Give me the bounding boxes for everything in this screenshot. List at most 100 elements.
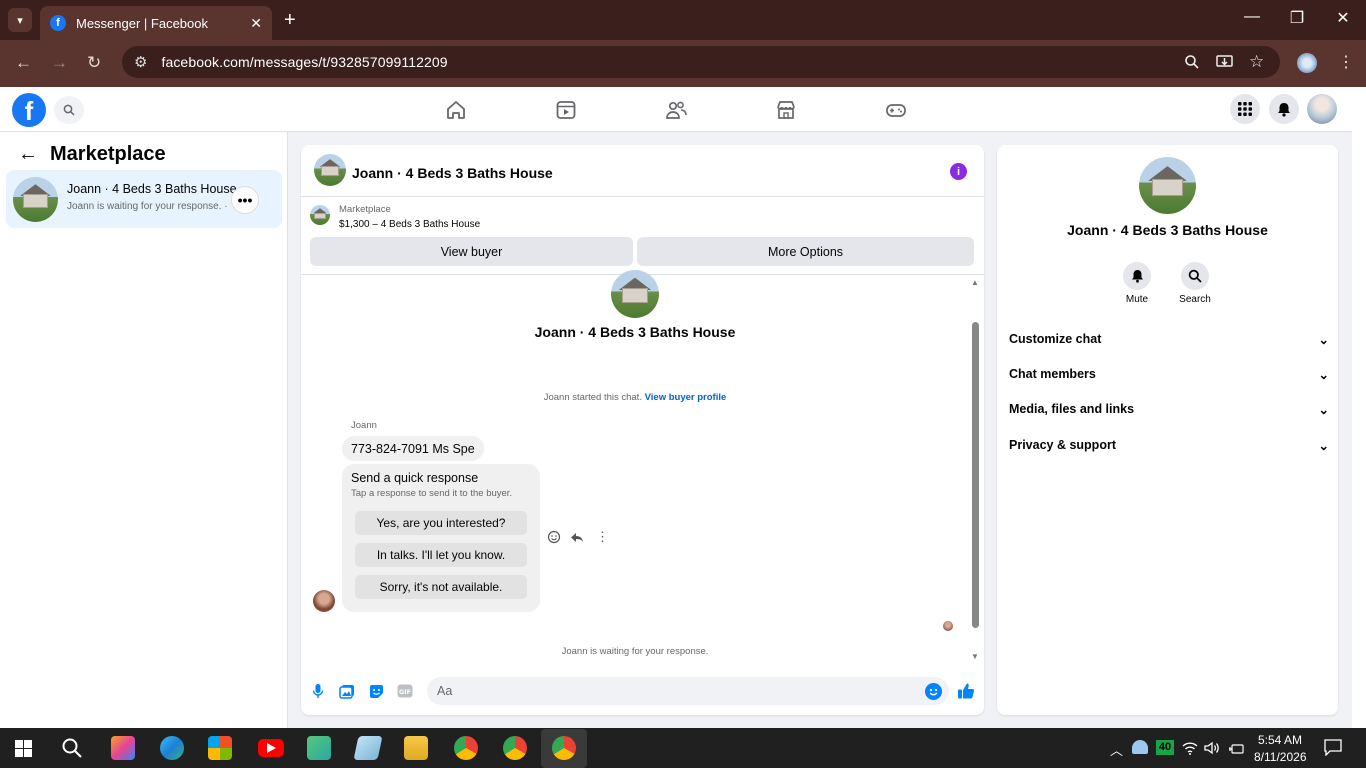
menu-grid-icon[interactable] (1230, 94, 1260, 124)
emoji-icon[interactable] (925, 683, 942, 700)
quick-response-option[interactable]: In talks. I'll let you know. (355, 543, 527, 567)
media-files-links-section[interactable]: Media, files and links ⌄ (1009, 402, 1329, 417)
page-scrollbar[interactable] (1352, 87, 1366, 728)
quick-response-option[interactable]: Sorry, it's not available. (355, 575, 527, 599)
chrome-profile-icon[interactable] (503, 736, 527, 760)
chevron-down-icon: ⌄ (1318, 333, 1329, 347)
notepad-icon[interactable] (353, 736, 383, 760)
facebook-favicon-icon: f (50, 15, 66, 31)
site-info-icon[interactable]: ⚙ (134, 53, 147, 71)
conversation-more-button[interactable]: ••• (231, 186, 259, 214)
gif-icon[interactable]: GIF (396, 682, 414, 700)
taskbar-search-icon[interactable] (61, 737, 83, 764)
install-app-icon[interactable] (1216, 54, 1233, 75)
profile-avatar[interactable] (1297, 53, 1317, 73)
bookmark-star-icon[interactable]: ☆ (1249, 52, 1264, 72)
copilot-icon[interactable] (111, 736, 135, 760)
home-icon[interactable] (445, 99, 467, 121)
chat-avatar[interactable] (314, 154, 346, 186)
message-bubble[interactable]: 773-824-7091 Ms Spe (342, 436, 484, 461)
browser-menu-icon[interactable]: ⋮ (1338, 52, 1354, 72)
started-text: Joann started this chat. (543, 392, 642, 403)
onedrive-icon[interactable] (1132, 740, 1148, 754)
search-icon[interactable] (1181, 262, 1209, 290)
minimize-button[interactable]: — (1237, 8, 1267, 26)
svg-text:GIF: GIF (399, 688, 411, 696)
chrome-active-icon[interactable] (552, 736, 576, 760)
volume-icon[interactable] (1204, 741, 1220, 760)
divider (301, 196, 984, 197)
microphone-icon[interactable] (309, 682, 327, 700)
file-explorer-icon[interactable] (404, 736, 428, 760)
more-actions-icon[interactable]: ⋮ (596, 529, 609, 545)
chat-members-section[interactable]: Chat members ⌄ (1009, 367, 1329, 382)
chat-started-note: Joann started this chat. View buyer prof… (301, 392, 969, 403)
facebook-search-icon[interactable] (54, 96, 84, 124)
photo-icon[interactable] (338, 682, 356, 700)
listing-price-title[interactable]: $1,300 – 4 Beds 3 Baths House (339, 219, 480, 230)
scroll-up-arrow-icon[interactable]: ▲ (971, 278, 979, 287)
reload-button[interactable]: ↻ (87, 53, 101, 73)
address-bar[interactable]: ⚙ facebook.com/messages/t/93285709911220… (122, 46, 1280, 78)
back-button[interactable]: ← (15, 53, 32, 73)
seen-indicator-avatar (943, 621, 953, 631)
listing-label: Marketplace (339, 204, 391, 215)
chat-scrollbar[interactable]: ▲ ▼ (970, 278, 981, 662)
video-icon[interactable] (555, 99, 577, 121)
account-avatar[interactable] (1307, 94, 1337, 124)
bell-icon[interactable] (1123, 262, 1151, 290)
url-text: facebook.com/messages/t/932857099112209 (161, 54, 448, 70)
friends-icon[interactable] (665, 99, 687, 121)
view-buyer-profile-link[interactable]: View buyer profile (645, 392, 727, 403)
forward-button[interactable]: → (51, 53, 68, 73)
power-plug-icon[interactable] (1228, 742, 1244, 760)
conversation-preview: Joann is waiting for your response. · (67, 201, 228, 212)
scrollbar-thumb[interactable] (972, 322, 979, 628)
section-label: Media, files and links (1009, 402, 1135, 416)
zoom-icon[interactable] (1184, 54, 1200, 75)
scroll-down-arrow-icon[interactable]: ▼ (971, 652, 979, 661)
sender-avatar[interactable] (313, 590, 335, 612)
edge-browser-icon[interactable] (160, 736, 184, 760)
back-arrow-icon[interactable]: ← (18, 143, 38, 166)
privacy-support-section[interactable]: Privacy & support ⌄ (1009, 438, 1329, 453)
app-icon[interactable] (307, 736, 331, 760)
new-tab-button[interactable]: + (284, 9, 296, 32)
notifications-bell-icon[interactable] (1269, 94, 1299, 124)
wifi-icon[interactable] (1182, 741, 1198, 760)
notification-center-icon[interactable] (1324, 739, 1342, 761)
sticker-icon[interactable] (367, 682, 385, 700)
browser-tab[interactable]: f Messenger | Facebook ✕ (40, 6, 272, 40)
intro-name: Joann · 4 Beds 3 Baths House (534, 324, 736, 340)
mute-label: Mute (1125, 294, 1149, 305)
tab-close-icon[interactable]: ✕ (250, 15, 262, 32)
quick-response-option[interactable]: Yes, are you interested? (355, 511, 527, 535)
react-icon[interactable] (547, 530, 561, 547)
chat-panel (301, 145, 984, 715)
microsoft-store-icon[interactable] (208, 736, 232, 760)
tab-search-button[interactable]: ▾ (8, 8, 32, 32)
message-input[interactable]: Aa (427, 677, 949, 705)
info-icon[interactable]: i (950, 163, 967, 180)
section-label: Chat members (1009, 367, 1096, 381)
windows-start-icon[interactable] (15, 740, 32, 762)
conversation-name: Joann · 4 Beds 3 Baths House (67, 182, 237, 196)
tray-overflow-icon[interactable]: ︿ (1110, 740, 1123, 759)
restore-button[interactable]: ❐ (1282, 8, 1312, 28)
clock[interactable]: 5:54 AM 8/11/2026 (1254, 732, 1307, 766)
waiting-status: Joann is waiting for your response. (561, 646, 709, 657)
facebook-logo[interactable]: f (12, 93, 46, 127)
youtube-icon[interactable] (258, 739, 284, 757)
like-thumb-icon[interactable] (957, 682, 975, 705)
battery-badge[interactable]: 40 (1156, 740, 1174, 755)
more-options-button[interactable]: More Options (637, 237, 974, 266)
chat-title[interactable]: Joann · 4 Beds 3 Baths House (352, 165, 553, 181)
chrome-icon[interactable] (454, 736, 478, 760)
marketplace-icon[interactable] (775, 99, 797, 121)
gaming-icon[interactable] (885, 99, 907, 121)
tab-title: Messenger | Facebook (76, 15, 208, 31)
close-window-button[interactable]: ✕ (1328, 8, 1358, 28)
view-buyer-button[interactable]: View buyer (310, 237, 633, 266)
reply-icon[interactable] (570, 530, 584, 547)
customize-chat-section[interactable]: Customize chat ⌄ (1009, 332, 1329, 347)
